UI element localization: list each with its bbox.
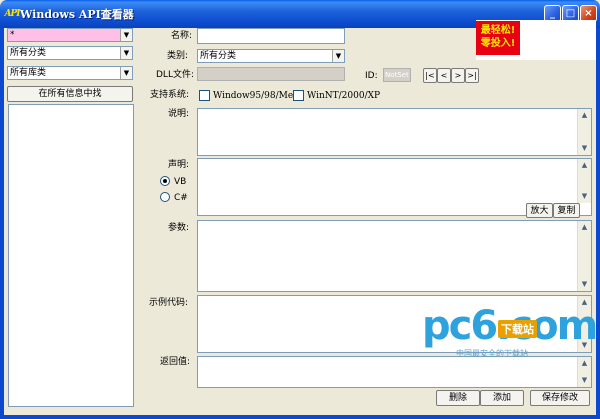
chevron-up-icon[interactable]: ▲ bbox=[578, 357, 591, 370]
dll-input[interactable] bbox=[197, 67, 345, 81]
category-combo-value: 所有分类 bbox=[200, 51, 237, 61]
copy-button[interactable]: 复制 bbox=[553, 203, 580, 218]
name-input[interactable] bbox=[197, 28, 345, 44]
chevron-down-icon[interactable]: ▼ bbox=[578, 278, 591, 291]
support-label: 支持系统: bbox=[150, 90, 190, 100]
nav-next-button[interactable]: > bbox=[451, 68, 465, 83]
library-filter-combo[interactable]: 所有库类 ▼ bbox=[7, 66, 133, 80]
category-label: 类别: bbox=[167, 51, 189, 61]
lang-vb-radio[interactable] bbox=[160, 176, 170, 186]
chevron-up-icon[interactable]: ▲ bbox=[578, 109, 591, 122]
add-button[interactable]: 添加 bbox=[480, 390, 524, 406]
chevron-down-icon[interactable]: ▼ bbox=[578, 190, 591, 203]
dll-label: DLL文件: bbox=[156, 70, 194, 80]
search-all-button[interactable]: 在所有信息中找 bbox=[7, 86, 133, 102]
return-label: 返回值: bbox=[160, 357, 191, 367]
chevron-up-icon[interactable]: ▲ bbox=[578, 159, 591, 172]
os-nt-label: WinNT/2000/XP bbox=[307, 91, 381, 101]
category-filter-combo[interactable]: 所有分类 ▼ bbox=[7, 46, 133, 60]
name-label: 名称: bbox=[171, 31, 193, 41]
filter-combo[interactable]: * ▼ bbox=[7, 28, 133, 42]
id-label: ID: bbox=[365, 71, 378, 81]
chevron-down-icon[interactable]: ▼ bbox=[120, 67, 132, 79]
window-frame-left bbox=[0, 28, 4, 419]
category-filter-value: 所有分类 bbox=[10, 48, 47, 58]
params-label: 参数: bbox=[168, 223, 190, 233]
ad-banner[interactable]: 最轻松! 零投入! bbox=[476, 21, 520, 55]
ad-line-2: 零投入! bbox=[480, 38, 516, 49]
ad-line-1: 最轻松! bbox=[480, 25, 516, 36]
os-nt-checkbox[interactable] bbox=[293, 90, 304, 101]
description-scrollbar[interactable]: ▲ ▼ bbox=[577, 109, 591, 155]
watermark-tagline: 中国最安全的下载站 bbox=[456, 349, 528, 358]
chevron-down-icon[interactable]: ▼ bbox=[578, 142, 591, 155]
os-9x-label: Window95/98/Me bbox=[213, 91, 294, 101]
os-9x-checkbox[interactable] bbox=[199, 90, 210, 101]
window-frame-bottom bbox=[0, 415, 600, 419]
declaration-label: 声明: bbox=[168, 160, 190, 170]
params-textarea[interactable]: ▲ ▼ bbox=[197, 220, 592, 292]
window-frame-right bbox=[596, 28, 600, 419]
watermark-badge: 下载站 bbox=[498, 320, 537, 338]
api-list[interactable] bbox=[8, 104, 134, 407]
id-input[interactable]: NotSet bbox=[383, 68, 411, 82]
app-icon: API bbox=[4, 9, 21, 19]
lang-cs-radio[interactable] bbox=[160, 192, 170, 202]
return-scrollbar[interactable]: ▲ ▼ bbox=[577, 357, 591, 387]
save-button[interactable]: 保存修改 bbox=[530, 390, 590, 406]
nav-last-button[interactable]: >| bbox=[465, 68, 479, 83]
chevron-down-icon[interactable]: ▼ bbox=[578, 374, 591, 387]
lang-vb-label: VB bbox=[174, 177, 187, 187]
chevron-down-icon[interactable]: ▼ bbox=[120, 47, 132, 59]
lang-cs-label: C# bbox=[174, 193, 188, 203]
window-title: Windows API查看器 bbox=[20, 8, 134, 21]
library-filter-value: 所有库类 bbox=[10, 68, 47, 78]
zoom-button[interactable]: 放大 bbox=[526, 203, 553, 218]
declaration-scrollbar[interactable]: ▲ ▼ bbox=[577, 159, 591, 203]
example-label: 示例代码: bbox=[149, 298, 189, 308]
nav-first-button[interactable]: |< bbox=[423, 68, 437, 83]
description-label: 说明: bbox=[168, 109, 190, 119]
nav-prev-button[interactable]: < bbox=[437, 68, 451, 83]
return-textarea[interactable]: ▲ ▼ bbox=[197, 356, 592, 388]
description-textarea[interactable]: ▲ ▼ bbox=[197, 108, 592, 156]
delete-button[interactable]: 删除 bbox=[436, 390, 480, 406]
params-scrollbar[interactable]: ▲ ▼ bbox=[577, 221, 591, 291]
chevron-up-icon[interactable]: ▲ bbox=[578, 221, 591, 234]
chevron-down-icon[interactable]: ▼ bbox=[120, 29, 132, 41]
chevron-down-icon[interactable]: ▼ bbox=[332, 50, 344, 62]
filter-combo-value: * bbox=[10, 30, 15, 40]
category-combo[interactable]: 所有分类 ▼ bbox=[197, 49, 345, 63]
